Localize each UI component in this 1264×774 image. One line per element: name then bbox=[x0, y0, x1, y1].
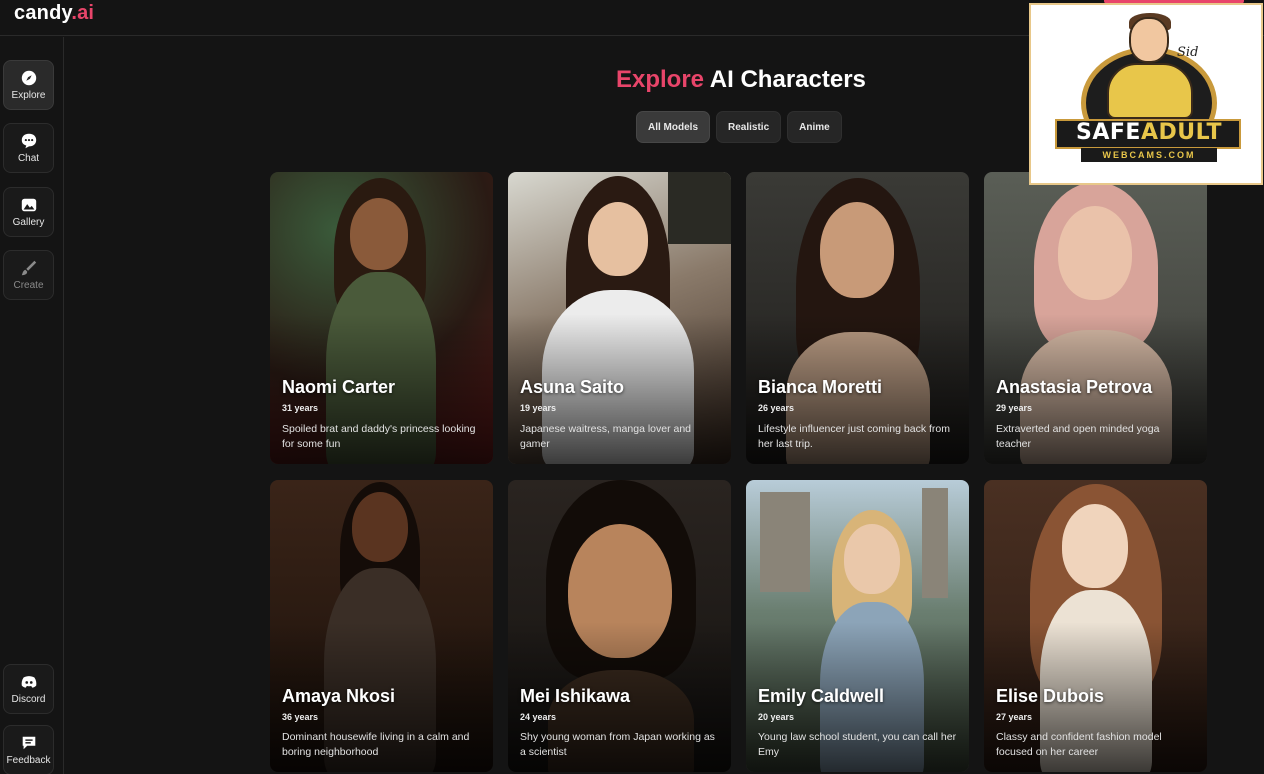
character-description: Young law school student, you can call h… bbox=[758, 731, 957, 758]
title-highlight: Explore bbox=[616, 66, 705, 93]
character-description: Spoiled brat and daddy's princess lookin… bbox=[282, 423, 476, 450]
character-age: 24 years bbox=[520, 712, 557, 722]
character-description: Shy young woman from Japan working as a … bbox=[520, 731, 715, 758]
sidebar: Explore Chat Gallery Create Discord Feed… bbox=[0, 37, 64, 774]
sidebar-item-create[interactable]: Create bbox=[3, 250, 54, 300]
character-description: Lifestyle influencer just coming back fr… bbox=[758, 423, 950, 450]
badge-subtitle: WEBCAMS.COM bbox=[1081, 148, 1217, 162]
sidebar-item-label: Chat bbox=[17, 153, 40, 164]
character-name: Asuna Saito bbox=[520, 377, 625, 397]
character-card[interactable]: Bianca Moretti 26 years Lifestyle influe… bbox=[746, 172, 969, 464]
character-age: 20 years bbox=[758, 712, 795, 722]
character-age: 27 years bbox=[996, 712, 1033, 722]
character-age: 36 years bbox=[282, 712, 319, 722]
filter-all-models[interactable]: All Models bbox=[636, 111, 711, 143]
logo-suffix: .ai bbox=[71, 2, 95, 24]
character-description: Dominant housewife living in a calm and … bbox=[282, 731, 470, 758]
badge-title: SAFEADULT bbox=[1076, 120, 1222, 145]
filter-anime[interactable]: Anime bbox=[787, 111, 842, 143]
character-card[interactable]: Anastasia Petrova 29 years Extraverted a… bbox=[984, 172, 1207, 464]
watermark-logo: Sid SAFEADULT WEBCAMS.COM bbox=[1029, 3, 1263, 185]
mascot-body bbox=[1107, 63, 1193, 119]
compass-icon bbox=[21, 70, 36, 86]
character-name: Amaya Nkosi bbox=[282, 686, 396, 706]
mascot-face bbox=[1129, 17, 1169, 63]
sidebar-item-label: Feedback bbox=[6, 755, 51, 766]
sidebar-item-feedback[interactable]: Feedback bbox=[3, 725, 54, 774]
discord-icon bbox=[21, 676, 36, 688]
sidebar-item-discord[interactable]: Discord bbox=[3, 664, 54, 714]
character-card[interactable]: Mei Ishikawa 24 years Shy young woman fr… bbox=[508, 480, 731, 772]
character-description: Extraverted and open minded yoga teacher bbox=[996, 423, 1160, 450]
app-logo[interactable]: candy.ai bbox=[14, 2, 94, 25]
sidebar-item-label: Create bbox=[13, 280, 44, 291]
sidebar-item-label: Explore bbox=[11, 90, 46, 101]
character-name: Anastasia Petrova bbox=[996, 377, 1153, 397]
character-name: Emily Caldwell bbox=[758, 686, 885, 706]
character-age: 26 years bbox=[758, 403, 795, 413]
feedback-icon bbox=[22, 736, 35, 750]
page-title: Explore AI Characters bbox=[616, 66, 866, 94]
character-age: 31 years bbox=[282, 403, 319, 413]
chat-bubble-icon bbox=[21, 133, 36, 149]
badge-signature: Sid bbox=[1177, 45, 1199, 60]
gallery-icon bbox=[21, 198, 36, 212]
model-filter-tabs: All Models Realistic Anime bbox=[636, 111, 842, 143]
sidebar-item-explore[interactable]: Explore bbox=[3, 60, 54, 110]
character-name: Elise Dubois bbox=[996, 686, 1105, 706]
character-card[interactable]: Emily Caldwell 20 years Young law school… bbox=[746, 480, 969, 772]
character-description: Classy and confident fashion model focus… bbox=[996, 731, 1162, 758]
sidebar-item-gallery[interactable]: Gallery bbox=[3, 187, 54, 237]
character-name: Naomi Carter bbox=[282, 377, 396, 397]
brush-icon bbox=[21, 260, 36, 276]
sidebar-item-chat[interactable]: Chat bbox=[3, 123, 54, 173]
character-card[interactable]: Elise Dubois 27 years Classy and confide… bbox=[984, 480, 1207, 772]
character-name: Bianca Moretti bbox=[758, 377, 883, 397]
character-card[interactable]: Asuna Saito 19 years Japanese waitress, … bbox=[508, 172, 731, 464]
sidebar-item-label: Gallery bbox=[12, 217, 45, 228]
character-description: Japanese waitress, manga lover and gamer bbox=[520, 423, 692, 450]
character-name: Mei Ishikawa bbox=[520, 686, 631, 706]
character-card[interactable]: Amaya Nkosi 36 years Dominant housewife … bbox=[270, 480, 493, 772]
filter-realistic[interactable]: Realistic bbox=[716, 111, 782, 143]
character-card[interactable]: Naomi Carter 31 years Spoiled brat and d… bbox=[270, 172, 493, 464]
title-rest: AI Characters bbox=[704, 66, 866, 93]
sidebar-item-label: Discord bbox=[11, 694, 46, 705]
character-age: 29 years bbox=[996, 403, 1033, 413]
logo-main: candy bbox=[14, 2, 72, 24]
character-age: 19 years bbox=[520, 403, 557, 413]
